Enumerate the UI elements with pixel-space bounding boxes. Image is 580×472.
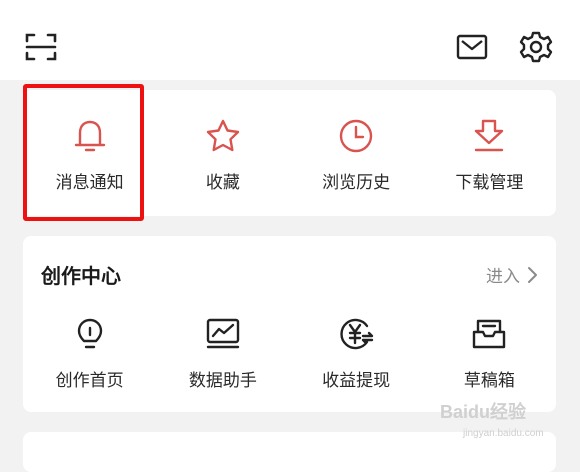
quick-action-label: 下载管理: [455, 173, 524, 193]
mail-icon[interactable]: [455, 30, 489, 64]
quick-action-label: 收藏: [205, 173, 240, 193]
draft-box-icon: [469, 314, 509, 354]
creation-home[interactable]: 创作首页: [23, 314, 156, 391]
creation-drafts[interactable]: 草稿箱: [423, 314, 556, 391]
creation-earnings[interactable]: 收益提现: [290, 314, 423, 391]
chevron-right-icon: [528, 266, 537, 283]
gear-icon[interactable]: [519, 30, 553, 64]
quick-action-label: 浏览历史: [322, 173, 391, 193]
quick-action-label: 消息通知: [55, 173, 124, 193]
creation-center-card: 创作中心 进入 创作首页 数据助手 收益提现 草稿箱: [23, 236, 556, 412]
creation-item-label: 数据助手: [188, 371, 257, 391]
clock-icon: [336, 116, 376, 156]
creation-item-label: 创作首页: [55, 371, 124, 391]
creation-item-label: 收益提现: [322, 371, 391, 391]
star-icon: [203, 116, 243, 156]
bell-icon: [70, 116, 110, 156]
quick-action-notifications[interactable]: 消息通知: [23, 116, 156, 193]
quick-action-history[interactable]: 浏览历史: [290, 116, 423, 193]
lightbulb-icon: [70, 314, 110, 354]
enter-label: 进入: [486, 267, 520, 287]
scan-icon[interactable]: [24, 30, 58, 64]
download-icon: [469, 116, 509, 156]
quick-actions-row: 消息通知 收藏 浏览历史 下载管理: [23, 116, 556, 193]
top-bar: [0, 0, 580, 80]
section-title: 创作中心: [41, 264, 121, 288]
yuan-icon: [336, 314, 376, 354]
creation-data-assistant[interactable]: 数据助手: [156, 314, 289, 391]
next-card: [23, 432, 556, 472]
creation-item-label: 草稿箱: [463, 371, 515, 391]
quick-action-favorites[interactable]: 收藏: [156, 116, 289, 193]
creation-tools-row: 创作首页 数据助手 收益提现 草稿箱: [23, 314, 556, 391]
enter-link[interactable]: 进入: [486, 262, 538, 287]
quick-actions-card: 消息通知 收藏 浏览历史 下载管理: [23, 90, 556, 216]
chart-icon: [203, 314, 243, 354]
quick-action-downloads[interactable]: 下载管理: [423, 116, 556, 193]
